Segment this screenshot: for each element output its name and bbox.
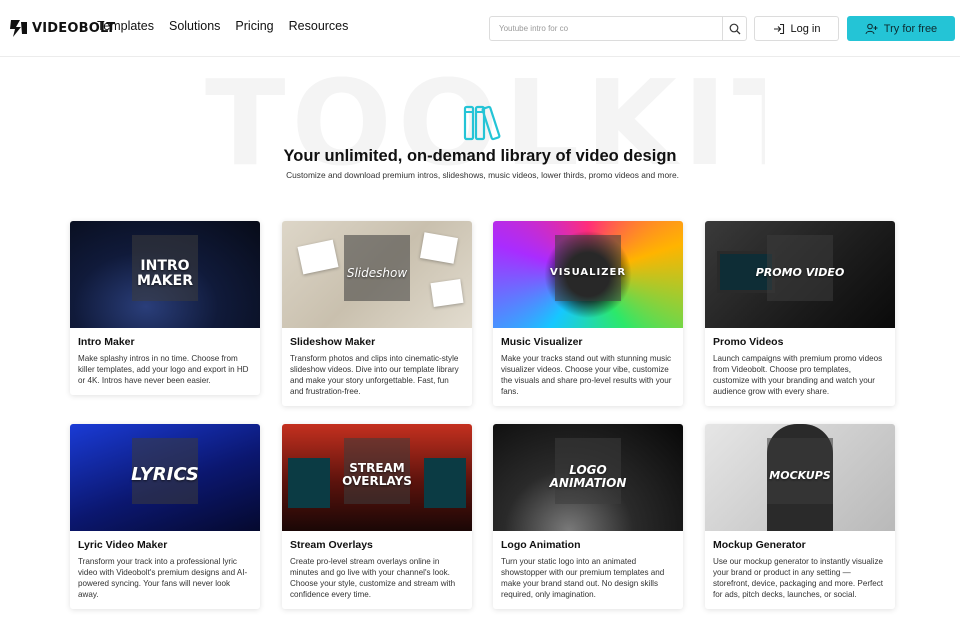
card-thumbnail: LOGO ANIMATION <box>493 424 683 531</box>
card-description: Turn your static logo into an animated s… <box>501 557 665 599</box>
card-thumbnail: STREAM OVERLAYS <box>282 424 472 531</box>
card-mockup-generator[interactable]: MOCKUPS Mockup Generator Use our mockup … <box>705 424 895 609</box>
search-input[interactable] <box>490 17 722 40</box>
thumbnail-label: LYRICS <box>131 464 199 485</box>
nav-item-solutions[interactable]: Solutions <box>169 19 220 33</box>
books-icon <box>463 105 501 141</box>
thumbnail-label: INTRO MAKER <box>137 258 193 289</box>
hero-title: Your unlimited, on-demand library of vid… <box>283 147 677 165</box>
card-title: Logo Animation <box>501 539 581 551</box>
card-logo-animation[interactable]: LOGO ANIMATION Logo Animation Turn your … <box>493 424 683 609</box>
videobolt-logo-icon <box>10 20 27 37</box>
search-button[interactable] <box>722 17 746 40</box>
card-title: Lyric Video Maker <box>78 539 168 551</box>
try-for-free-button[interactable]: Try for free <box>847 16 955 41</box>
thumbnail-label: Slideshow <box>346 266 408 280</box>
card-description: Make your tracks stand out with stunning… <box>501 354 672 396</box>
card-title: Mockup Generator <box>713 539 806 551</box>
card-description: Make splashy intros in no time. Choose f… <box>78 354 249 385</box>
card-slideshow-maker[interactable]: Slideshow Slideshow Maker Transform phot… <box>282 221 472 406</box>
card-lyric-video-maker[interactable]: LYRICS Lyric Video Maker Transform your … <box>70 424 260 609</box>
add-user-icon <box>865 23 878 34</box>
nav-item-pricing[interactable]: Pricing <box>235 19 273 33</box>
thumbnail-label: STREAM OVERLAYS <box>342 461 412 488</box>
card-thumbnail: Slideshow <box>282 221 472 328</box>
card-description: Use our mockup generator to instantly vi… <box>713 557 884 599</box>
card-description: Create pro-level stream overlays online … <box>290 557 456 599</box>
login-label: Log in <box>790 22 821 35</box>
card-description: Launch campaigns with premium promo vide… <box>713 354 883 396</box>
thumbnail-label: VISUALIZER <box>549 267 627 278</box>
card-music-visualizer[interactable]: VISUALIZER Music Visualizer Make your tr… <box>493 221 683 406</box>
card-title: Music Visualizer <box>501 336 583 348</box>
card-stream-overlays[interactable]: STREAM OVERLAYS Stream Overlays Create p… <box>282 424 472 609</box>
main-nav: Templates Solutions Pricing Resources <box>97 19 363 33</box>
thumbnail-label: LOGO ANIMATION <box>549 463 627 490</box>
thumbnail-label: MOCKUPS <box>769 469 831 482</box>
card-title: Stream Overlays <box>290 539 373 551</box>
card-thumbnail: LYRICS <box>70 424 260 531</box>
nav-item-resources[interactable]: Resources <box>289 19 349 33</box>
site-header: VIDEOBOLT Templates Solutions Pricing Re… <box>0 0 960 57</box>
login-button[interactable]: Log in <box>754 16 839 41</box>
search-icon <box>729 23 740 34</box>
thumbnail-label: PROMO VIDEO <box>755 266 845 279</box>
hero-subtitle: Customize and download premium intros, s… <box>286 170 679 180</box>
card-title: Promo Videos <box>713 336 784 348</box>
card-title: Slideshow Maker <box>290 336 376 348</box>
card-intro-maker[interactable]: INTRO MAKER Intro Maker Make splashy int… <box>70 221 260 395</box>
card-description: Transform photos and clips into cinemati… <box>290 354 459 396</box>
card-thumbnail: MOCKUPS <box>705 424 895 531</box>
login-icon <box>773 23 784 34</box>
card-thumbnail: VISUALIZER <box>493 221 683 328</box>
nav-item-templates[interactable]: Templates <box>97 19 154 33</box>
card-thumbnail: INTRO MAKER <box>70 221 260 328</box>
card-title: Intro Maker <box>78 336 135 348</box>
try-for-free-label: Try for free <box>883 22 938 35</box>
card-promo-videos[interactable]: PROMO VIDEO Promo Videos Launch campaign… <box>705 221 895 406</box>
card-description: Transform your track into a professional… <box>78 557 248 599</box>
card-thumbnail: PROMO VIDEO <box>705 221 895 328</box>
search-box <box>489 16 747 41</box>
